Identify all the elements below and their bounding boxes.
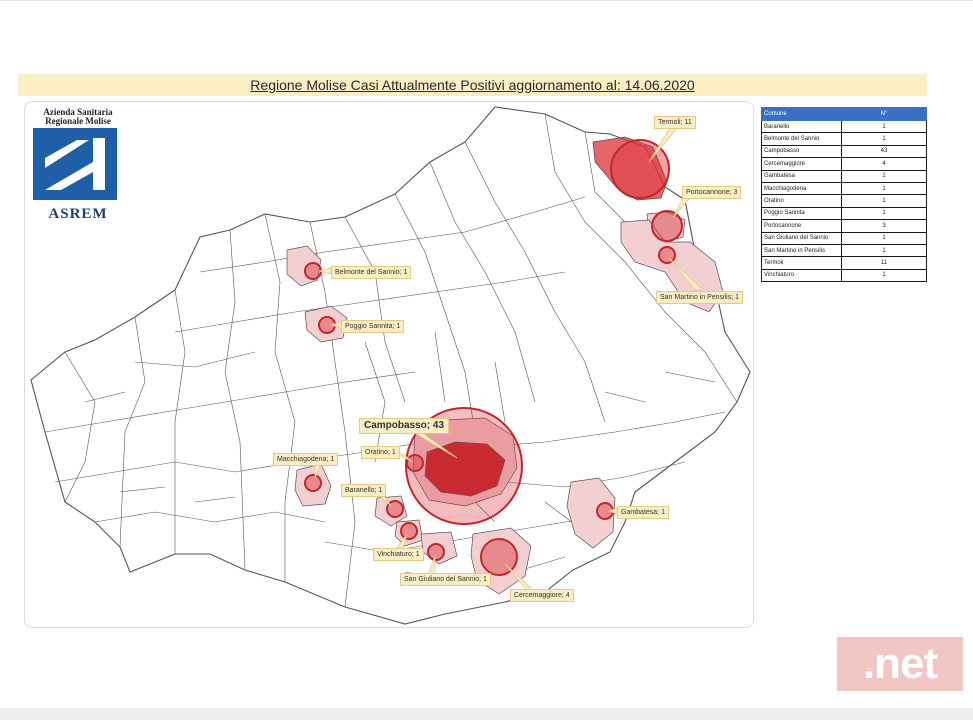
cell-comune: Vinchiaturo bbox=[761, 268, 842, 283]
table-row: Belmonte del Sannio 1 bbox=[761, 132, 927, 146]
table-row: San Giuliano del Sannio 1 bbox=[761, 231, 927, 245]
cell-num: 1 bbox=[841, 132, 927, 146]
table-row: Cercemaggiore 4 bbox=[761, 157, 927, 171]
label-macchiagodena: Macchiagodena; 1 bbox=[273, 453, 339, 466]
cell-num: 43 bbox=[841, 144, 927, 159]
table-row: Oratino 1 bbox=[761, 194, 927, 208]
table-row: San Martino in Pensilis 1 bbox=[761, 243, 927, 258]
net-watermark-logo: .net bbox=[837, 637, 963, 691]
table-row: Vinchiaturo 1 bbox=[761, 268, 927, 283]
table-header-row: Comune N° bbox=[761, 107, 927, 121]
cell-num: 1 bbox=[841, 194, 927, 208]
page-title: Regione Molise Casi Attualmente Positivi… bbox=[250, 77, 695, 93]
cell-num: 1 bbox=[841, 231, 927, 245]
label-termoli: Termoli; 11 bbox=[654, 116, 696, 129]
map-panel: Azienda Sanitaria Regionale Molise ASREM… bbox=[24, 101, 754, 628]
label-san-martino: San Martino in Pensilis; 1 bbox=[656, 291, 743, 304]
cell-num: 1 bbox=[841, 268, 927, 283]
table-row: Macchiagodena 1 bbox=[761, 181, 927, 196]
cell-num: 1 bbox=[841, 119, 927, 134]
bubble-vinchiaturo bbox=[400, 522, 418, 540]
net-watermark-text: .net bbox=[862, 639, 938, 688]
logo-org-line2: Regionale Molise bbox=[45, 116, 111, 126]
bubble-san-giuliano bbox=[427, 543, 445, 561]
table-row: Portocannone 3 bbox=[761, 219, 927, 233]
title-bar: Regione Molise Casi Attualmente Positivi… bbox=[18, 74, 927, 96]
cell-num: 11 bbox=[841, 256, 927, 270]
table-row: Termoli 11 bbox=[761, 256, 927, 270]
label-belmonte: Belmonte del Sannio; 1 bbox=[331, 266, 412, 279]
label-poggio: Poggio Sannita; 1 bbox=[341, 320, 405, 333]
cases-table-wrap: Comune N° Baranello 1 Belmonte del Sannio… bbox=[761, 107, 927, 283]
bubble-oratino bbox=[406, 454, 424, 472]
bubble-san-martino bbox=[658, 246, 676, 264]
table-row: Campobasso 43 bbox=[761, 144, 927, 159]
label-gambatesa: Gambatesa; 1 bbox=[617, 506, 669, 519]
header-num: N° bbox=[841, 107, 927, 121]
label-portocannone: Portocannone; 3 bbox=[682, 186, 742, 199]
bubble-macchiagodena bbox=[304, 474, 322, 492]
bubble-belmonte bbox=[304, 262, 322, 280]
asrem-logo: Azienda Sanitaria Regionale Molise ASREM bbox=[33, 108, 123, 223]
cell-comune: Macchiagodena bbox=[761, 181, 842, 196]
cell-comune: Cercemaggiore bbox=[761, 157, 842, 171]
cell-num: 4 bbox=[841, 157, 927, 171]
cell-comune: Poggio Sannita bbox=[761, 206, 842, 221]
bottom-strip bbox=[0, 708, 973, 720]
label-san-giuliano: San Giuliano del Sannio; 1 bbox=[400, 573, 491, 586]
label-baranello: Baranello; 1 bbox=[341, 484, 387, 497]
label-campobasso: Campobasso; 43 bbox=[359, 418, 450, 434]
label-cercemaggiore: Cercemaggiore; 4 bbox=[510, 589, 574, 602]
cell-num: 1 bbox=[841, 169, 927, 183]
cell-comune: Belmonte del Sannio bbox=[761, 132, 842, 146]
cell-num: 1 bbox=[841, 243, 927, 258]
cases-table: Comune N° Baranello 1 Belmonte del Sannio… bbox=[761, 107, 927, 283]
logo-name: ASREM bbox=[48, 206, 108, 222]
label-oratino: Oratino; 1 bbox=[361, 446, 400, 459]
table-row: Gambatesa 1 bbox=[761, 169, 927, 183]
table-row: Poggio Sannita 1 bbox=[761, 206, 927, 221]
cell-num: 3 bbox=[841, 219, 927, 233]
cell-comune: Portocannone bbox=[761, 219, 842, 233]
cell-comune: Campobasso bbox=[761, 144, 842, 159]
cell-comune: Termoli bbox=[761, 256, 842, 270]
cell-comune: Oratino bbox=[761, 194, 842, 208]
table-row: Baranello 1 bbox=[761, 119, 927, 134]
cell-comune: Gambatesa bbox=[761, 169, 842, 183]
label-vinchiaturo: Vinchiaturo; 1 bbox=[373, 548, 424, 561]
cell-num: 1 bbox=[841, 181, 927, 196]
cell-num: 1 bbox=[841, 206, 927, 221]
cell-comune: San Giuliano del Sannio bbox=[761, 231, 842, 245]
cell-comune: Baranello bbox=[761, 119, 842, 134]
bubble-portocannone bbox=[651, 210, 683, 242]
cell-comune: San Martino in Pensilis bbox=[761, 243, 842, 258]
header-comune: Comune bbox=[761, 107, 842, 121]
asrem-mark-icon bbox=[33, 128, 117, 200]
